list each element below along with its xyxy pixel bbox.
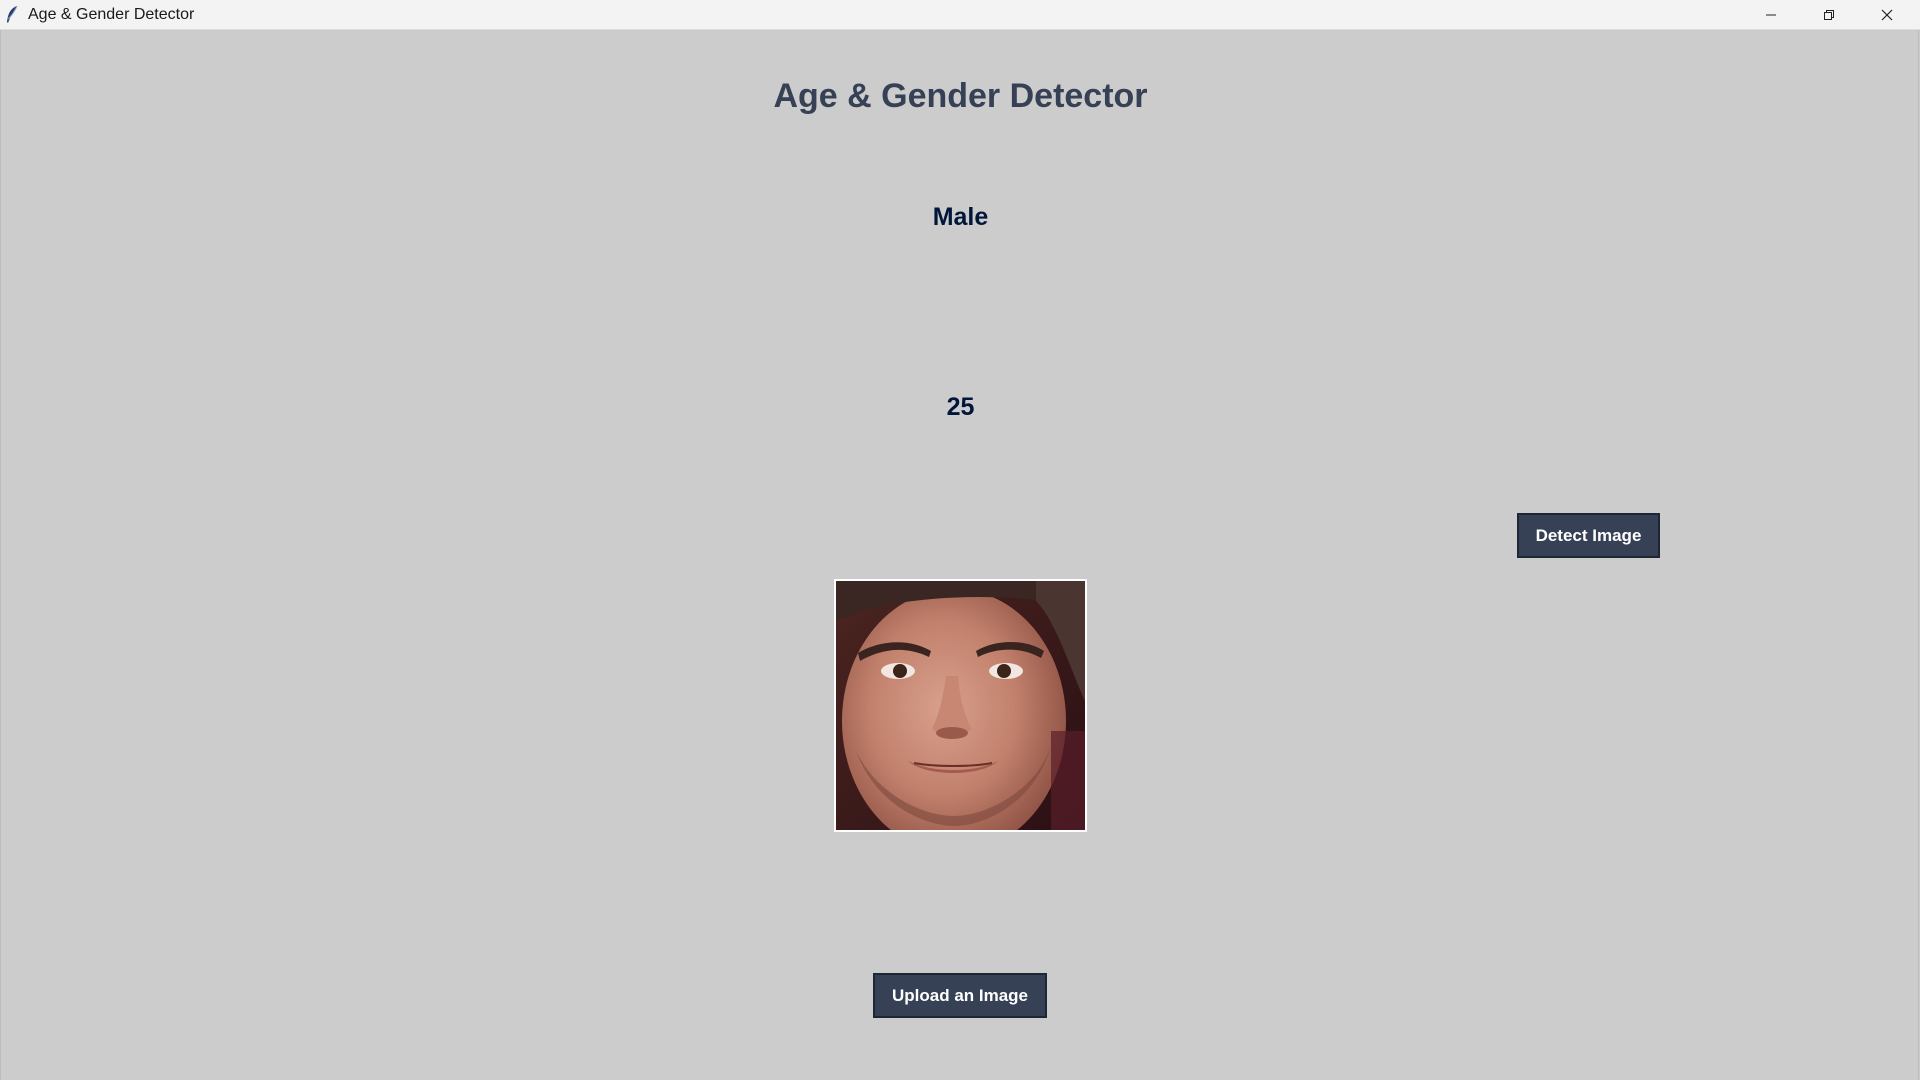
feather-icon: [5, 5, 19, 24]
close-button[interactable]: [1858, 0, 1916, 29]
uploaded-face-image: [834, 579, 1087, 832]
detect-image-button[interactable]: Detect Image: [1517, 513, 1660, 558]
minimize-button[interactable]: [1742, 0, 1800, 29]
upload-image-button[interactable]: Upload an Image: [873, 973, 1047, 1018]
restore-icon: [1823, 9, 1835, 21]
title-bar[interactable]: Age & Gender Detector: [0, 0, 1920, 30]
window-title: Age & Gender Detector: [28, 6, 195, 23]
minimize-icon: [1765, 9, 1777, 21]
main-content: Age & Gender Detector Male 25 Detect Ima…: [0, 30, 1919, 1080]
restore-button[interactable]: [1800, 0, 1858, 29]
page-title: Age & Gender Detector: [773, 77, 1148, 115]
gender-result-label: Male: [932, 203, 989, 231]
close-icon: [1881, 9, 1893, 21]
age-result-label: 25: [946, 393, 975, 421]
app-window: Age & Gender Detector Age & Gender Detec…: [0, 0, 1920, 1080]
